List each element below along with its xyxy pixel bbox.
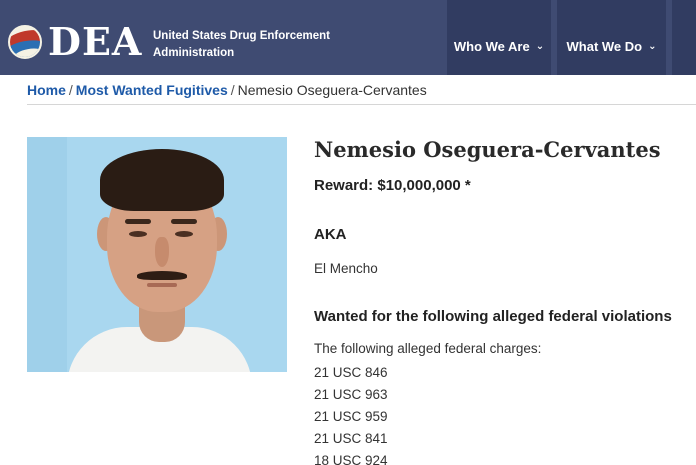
breadcrumb-divider (27, 104, 696, 105)
dea-seal-icon (8, 25, 42, 59)
chevron-down-icon: ⌄ (648, 41, 657, 52)
reward-amount: Reward: $10,000,000 * (314, 177, 471, 194)
nav-who-we-are-label: Who We Are (453, 39, 530, 54)
breadcrumb-home-link[interactable]: Home (27, 82, 66, 98)
charge-item: 21 USC 963 (314, 387, 388, 402)
breadcrumb: Home / Most Wanted Fugitives / Nemesio Osegu… (27, 82, 427, 98)
breadcrumb-most-wanted-link[interactable]: Most Wanted Fugitives (76, 82, 228, 98)
chevron-down-icon: ⌄ (535, 41, 545, 52)
fugitive-photo (27, 137, 287, 372)
nav-what-we-do-label: What We Do (566, 39, 643, 54)
violations-heading: Wanted for the following alleged federal… (314, 308, 672, 325)
nav-next-item[interactable] (672, 0, 696, 75)
agency-name-line1: United States Drug Enforcement (153, 30, 330, 42)
breadcrumb-separator: / (230, 82, 235, 98)
charges-intro: The following alleged federal charges: (314, 341, 542, 356)
fugitive-name: Nemesio Oseguera-Cervantes (314, 137, 661, 162)
nav-what-we-do[interactable]: What We Do ⌄ (557, 0, 666, 75)
site-header: DEA United States Drug Enforcement Admin… (0, 0, 696, 75)
aka-heading: AKA (314, 226, 347, 243)
agency-name: United States Drug Enforcement Administr… (153, 28, 330, 62)
dea-logo[interactable]: DEA (8, 22, 142, 62)
charge-item: 21 USC 846 (314, 365, 388, 380)
logo-text: DEA (48, 19, 143, 64)
charge-item: 18 USC 924 (314, 453, 388, 465)
aka-value: El Mencho (314, 261, 378, 276)
nav-who-we-are[interactable]: Who We Are ⌄ (447, 0, 551, 75)
charge-item: 21 USC 841 (314, 431, 388, 446)
charges-list: 21 USC 846 21 USC 963 21 USC 959 21 USC … (314, 362, 388, 465)
breadcrumb-separator: / (68, 82, 73, 98)
agency-name-line2: Administration (153, 47, 235, 59)
charge-item: 21 USC 959 (314, 409, 388, 424)
breadcrumb-current: Nemesio Oseguera-Cervantes (237, 82, 427, 98)
